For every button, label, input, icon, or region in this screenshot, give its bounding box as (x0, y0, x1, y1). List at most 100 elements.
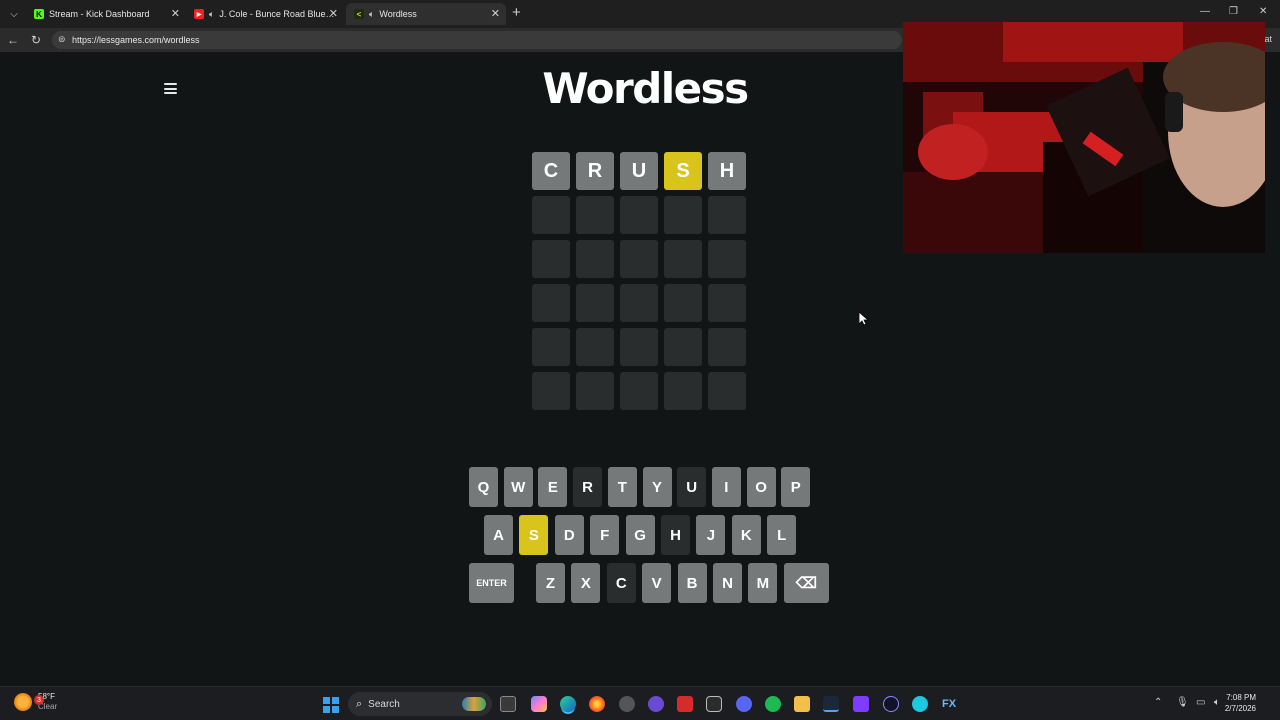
board-tile (708, 284, 746, 322)
key-h[interactable]: H (661, 515, 690, 555)
app-dark-icon[interactable] (883, 696, 899, 712)
key-e[interactable]: E (538, 467, 568, 507)
tab-list-chevron-icon[interactable]: ⌵ (4, 4, 24, 24)
board-tile (576, 284, 614, 322)
backspace-icon[interactable]: ⌫ (783, 563, 829, 603)
key-q[interactable]: Q (469, 467, 498, 507)
windows-start-icon[interactable] (323, 697, 339, 713)
toolbar-right-text: at (1264, 34, 1272, 44)
key-n[interactable]: N (713, 563, 742, 603)
board-tile: H (708, 152, 746, 190)
weather-widget[interactable]: 3 58°F Clear (14, 692, 57, 712)
key-z[interactable]: Z (536, 563, 565, 603)
board-tile: U (620, 152, 658, 190)
volume-icon[interactable]: 🔈︎ (1214, 697, 1220, 708)
key-t[interactable]: T (607, 467, 637, 507)
key-j[interactable]: J (696, 515, 726, 555)
key-enter[interactable]: ENTER (469, 563, 514, 603)
speaker-icon[interactable]: 🔈︎ (209, 9, 214, 20)
board-tile (664, 372, 702, 410)
file-explorer-icon[interactable] (794, 696, 810, 712)
board-tile: S (664, 152, 702, 190)
clock-time: 7:08 PM (1226, 693, 1256, 702)
key-y[interactable]: Y (642, 467, 672, 507)
tab-youtube[interactable]: ▶ 🔈︎ J. Cole - Bunce Road Blues (O ✕ (186, 3, 344, 25)
spotify-icon[interactable] (765, 696, 781, 712)
music-app-icon[interactable] (706, 696, 722, 712)
microphone-icon[interactable]: 🎙︎ (1176, 697, 1189, 708)
board-tile (708, 240, 746, 278)
new-tab-plus-icon[interactable]: + (512, 4, 521, 21)
key-x[interactable]: X (571, 563, 601, 603)
game-title: Wordless (542, 64, 749, 113)
app-icon[interactable] (648, 696, 664, 712)
board-tile (708, 372, 746, 410)
restore-icon[interactable]: ❐ (1229, 6, 1238, 17)
key-r[interactable]: R (573, 467, 603, 507)
firefox-icon[interactable] (589, 696, 605, 712)
copilot-icon[interactable] (531, 696, 547, 712)
key-a[interactable]: A (484, 515, 513, 555)
board-tile (664, 284, 702, 322)
key-s[interactable]: S (519, 515, 549, 555)
network-icon[interactable]: ▭ (1196, 697, 1205, 708)
close-window-icon[interactable]: ✕ (1259, 6, 1267, 17)
reload-icon[interactable]: ↻ (31, 33, 41, 47)
key-o[interactable]: O (746, 467, 776, 507)
key-l[interactable]: L (767, 515, 797, 555)
board-tile (532, 328, 570, 366)
board-tile (532, 196, 570, 234)
speaker-icon[interactable]: 🔈︎ (369, 9, 374, 20)
site-info-icon[interactable]: ⊜ (58, 34, 66, 45)
back-arrow-icon[interactable]: ← (7, 33, 19, 47)
key-k[interactable]: K (731, 515, 761, 555)
close-tab-icon[interactable]: ✕ (491, 7, 500, 20)
key-c[interactable]: C (606, 563, 636, 603)
board-tile (620, 328, 658, 366)
key-i[interactable]: I (711, 467, 741, 507)
menu-hamburger-icon[interactable] (164, 83, 177, 94)
key-w[interactable]: W (503, 467, 533, 507)
key-u[interactable]: U (677, 467, 707, 507)
board-tile (576, 328, 614, 366)
task-view-icon[interactable] (500, 696, 516, 712)
fx-app-icon[interactable]: FX (941, 696, 957, 712)
tab-kick-dashboard[interactable]: K Stream - Kick Dashboard ✕ (26, 3, 186, 25)
key-m[interactable]: M (748, 563, 778, 603)
obs-icon[interactable] (619, 696, 635, 712)
close-tab-icon[interactable]: ✕ (171, 7, 180, 20)
close-tab-icon[interactable]: ✕ (329, 7, 338, 20)
youtube-favicon-icon: ▶ (194, 9, 204, 19)
taskbar-search[interactable]: ⌕ Search (348, 692, 492, 716)
key-g[interactable]: G (625, 515, 655, 555)
board-tile (620, 284, 658, 322)
key-v[interactable]: V (642, 563, 672, 603)
tab-wordless[interactable]: < 🔈︎ Wordless ✕ (346, 3, 506, 25)
discord-icon[interactable] (736, 696, 752, 712)
steam-icon[interactable] (823, 696, 839, 712)
app-cyan-icon[interactable] (912, 696, 928, 712)
board-tile: R (576, 152, 614, 190)
app-red-icon[interactable] (677, 696, 693, 712)
tray-chevron-icon[interactable]: ⌃ (1154, 697, 1162, 708)
tab-label: J. Cole - Bunce Road Blues (O (219, 9, 336, 19)
board-tile (664, 328, 702, 366)
mouse-cursor-icon (858, 311, 870, 331)
key-f[interactable]: F (590, 515, 620, 555)
clipchamp-icon[interactable] (853, 696, 869, 712)
key-d[interactable]: D (554, 515, 584, 555)
edge-browser-icon[interactable] (560, 696, 576, 712)
board-tile (708, 328, 746, 366)
board-tile (532, 240, 570, 278)
board-tile (620, 196, 658, 234)
tab-label: Wordless (379, 9, 417, 19)
notification-badge: 3 (34, 695, 44, 705)
url-field[interactable]: ⊜ https://lessgames.com/wordless (52, 31, 902, 49)
system-clock[interactable]: 7:08 PM 2/7/2026 (1225, 692, 1256, 714)
clock-date: 2/7/2026 (1224, 704, 1256, 713)
webcam-overlay (903, 22, 1265, 253)
minimize-icon[interactable]: — (1200, 6, 1210, 17)
key-b[interactable]: B (677, 563, 707, 603)
key-p[interactable]: P (781, 467, 811, 507)
board-tile (576, 372, 614, 410)
